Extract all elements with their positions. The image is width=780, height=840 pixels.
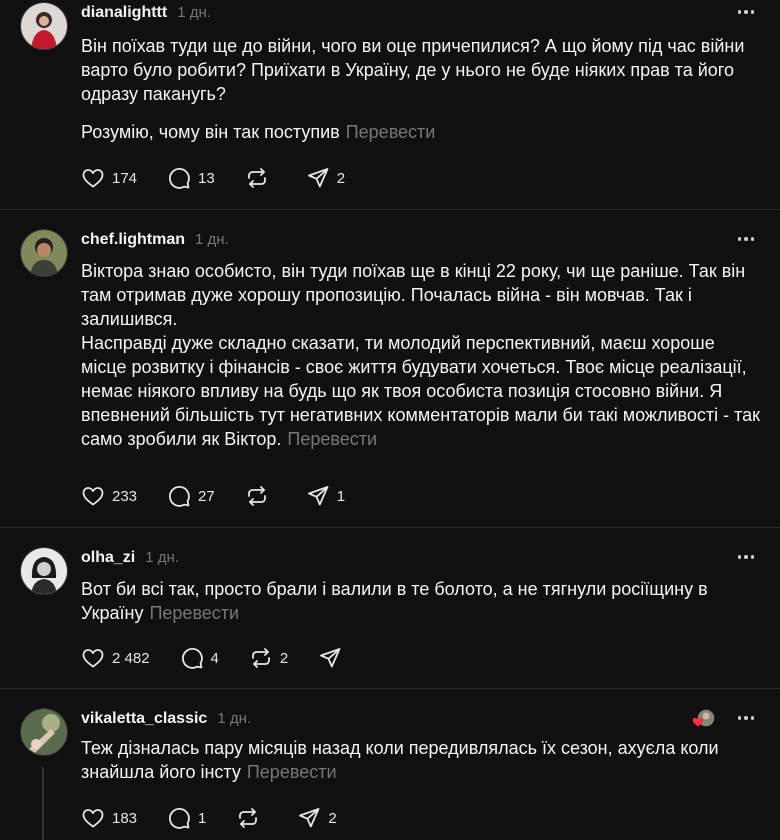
like-count: 233 (112, 487, 138, 505)
repost-count: 2 (279, 649, 289, 667)
like-button[interactable]: 233 (81, 484, 137, 508)
reply-avatars[interactable] (692, 707, 716, 731)
timestamp[interactable]: 1 дн. (195, 231, 229, 248)
comment-bubble-icon (169, 808, 190, 829)
comment-count: 27 (198, 487, 215, 505)
translate-link[interactable]: Перевести (149, 603, 239, 623)
more-options-button[interactable] (736, 234, 756, 244)
post-text: Він поїхав туди ще до війни, чого ви оце… (81, 34, 761, 144)
translate-link[interactable]: Перевести (346, 122, 436, 142)
share-button[interactable]: 1 (306, 484, 345, 508)
repost-button[interactable] (245, 484, 276, 508)
heart-icon (82, 169, 104, 188)
paragraph: Віктора знаю особисто, він туди поїхав щ… (81, 261, 746, 329)
post-text: Теж дізналась пару місяців назад коли пе… (81, 736, 761, 784)
comment-button[interactable]: 13 (167, 166, 215, 190)
like-count: 174 (112, 169, 138, 187)
repost-button[interactable] (236, 806, 267, 830)
share-send-icon (307, 168, 329, 188)
heart-icon (82, 487, 104, 506)
comment-count: 13 (198, 169, 215, 187)
like-count: 2 482 (112, 649, 150, 667)
comment-count: 4 (210, 649, 219, 667)
timestamp[interactable]: 1 дн. (177, 4, 211, 21)
comment-bubble-icon (169, 486, 190, 507)
heart-icon (82, 649, 104, 668)
avatar[interactable] (20, 708, 68, 756)
share-button[interactable]: 2 (306, 166, 345, 190)
comment-count: 1 (198, 809, 207, 827)
divider (0, 688, 780, 689)
username[interactable]: olha_zi (81, 549, 135, 567)
translate-link[interactable]: Перевести (247, 762, 337, 782)
more-options-button[interactable] (736, 713, 756, 723)
avatar[interactable] (20, 2, 68, 50)
paragraph: Він поїхав туди ще до війни, чого ви оце… (81, 36, 745, 104)
like-button[interactable]: 2 482 (81, 646, 150, 670)
share-button[interactable]: 2 (297, 806, 337, 830)
post-text: Віктора знаю особисто, він туди поїхав щ… (81, 259, 761, 451)
repost-icon (247, 168, 266, 188)
username[interactable]: chef.lightman (81, 231, 185, 249)
like-button[interactable]: 183 (81, 806, 137, 830)
repost-button[interactable] (245, 166, 276, 190)
share-send-icon (307, 486, 329, 506)
paragraph: Розумію, чому він так поступив (81, 122, 340, 142)
comment-button[interactable]: 27 (167, 484, 215, 508)
divider (0, 209, 780, 210)
paragraph: Насправді дуже складно сказати, ти молод… (81, 333, 761, 449)
comment-bubble-icon (169, 168, 190, 189)
like-button[interactable]: 174 (81, 166, 137, 190)
comment-button[interactable]: 4 (180, 646, 219, 670)
share-send-icon (320, 648, 341, 668)
share-count: 1 (336, 487, 346, 505)
avatar[interactable] (20, 229, 68, 277)
heart-icon (82, 809, 104, 828)
repost-button[interactable]: 2 (249, 646, 288, 670)
share-send-icon (299, 808, 320, 828)
share-count: 2 (328, 809, 337, 827)
comment-bubble-icon (181, 648, 203, 669)
divider (0, 527, 780, 528)
comment-button[interactable]: 1 (167, 806, 206, 830)
avatar[interactable] (20, 547, 68, 595)
paragraph: Теж дізналась пару місяців назад коли пе… (81, 738, 719, 782)
username[interactable]: dianalighttt (81, 4, 167, 22)
share-button[interactable] (318, 646, 349, 670)
repost-icon (251, 648, 270, 668)
like-count: 183 (112, 809, 138, 827)
repost-icon (239, 808, 258, 828)
post-text: Вот би всі так, просто брали і валили в … (81, 577, 761, 625)
thread-line (42, 767, 44, 840)
translate-link[interactable]: Перевести (287, 429, 377, 449)
share-count: 2 (336, 169, 346, 187)
repost-icon (247, 486, 266, 506)
more-options-button[interactable] (736, 7, 756, 17)
more-options-button[interactable] (736, 552, 756, 562)
timestamp[interactable]: 1 дн. (217, 710, 251, 727)
username[interactable]: vikaletta_classic (81, 710, 207, 728)
timestamp[interactable]: 1 дн. (145, 549, 179, 566)
